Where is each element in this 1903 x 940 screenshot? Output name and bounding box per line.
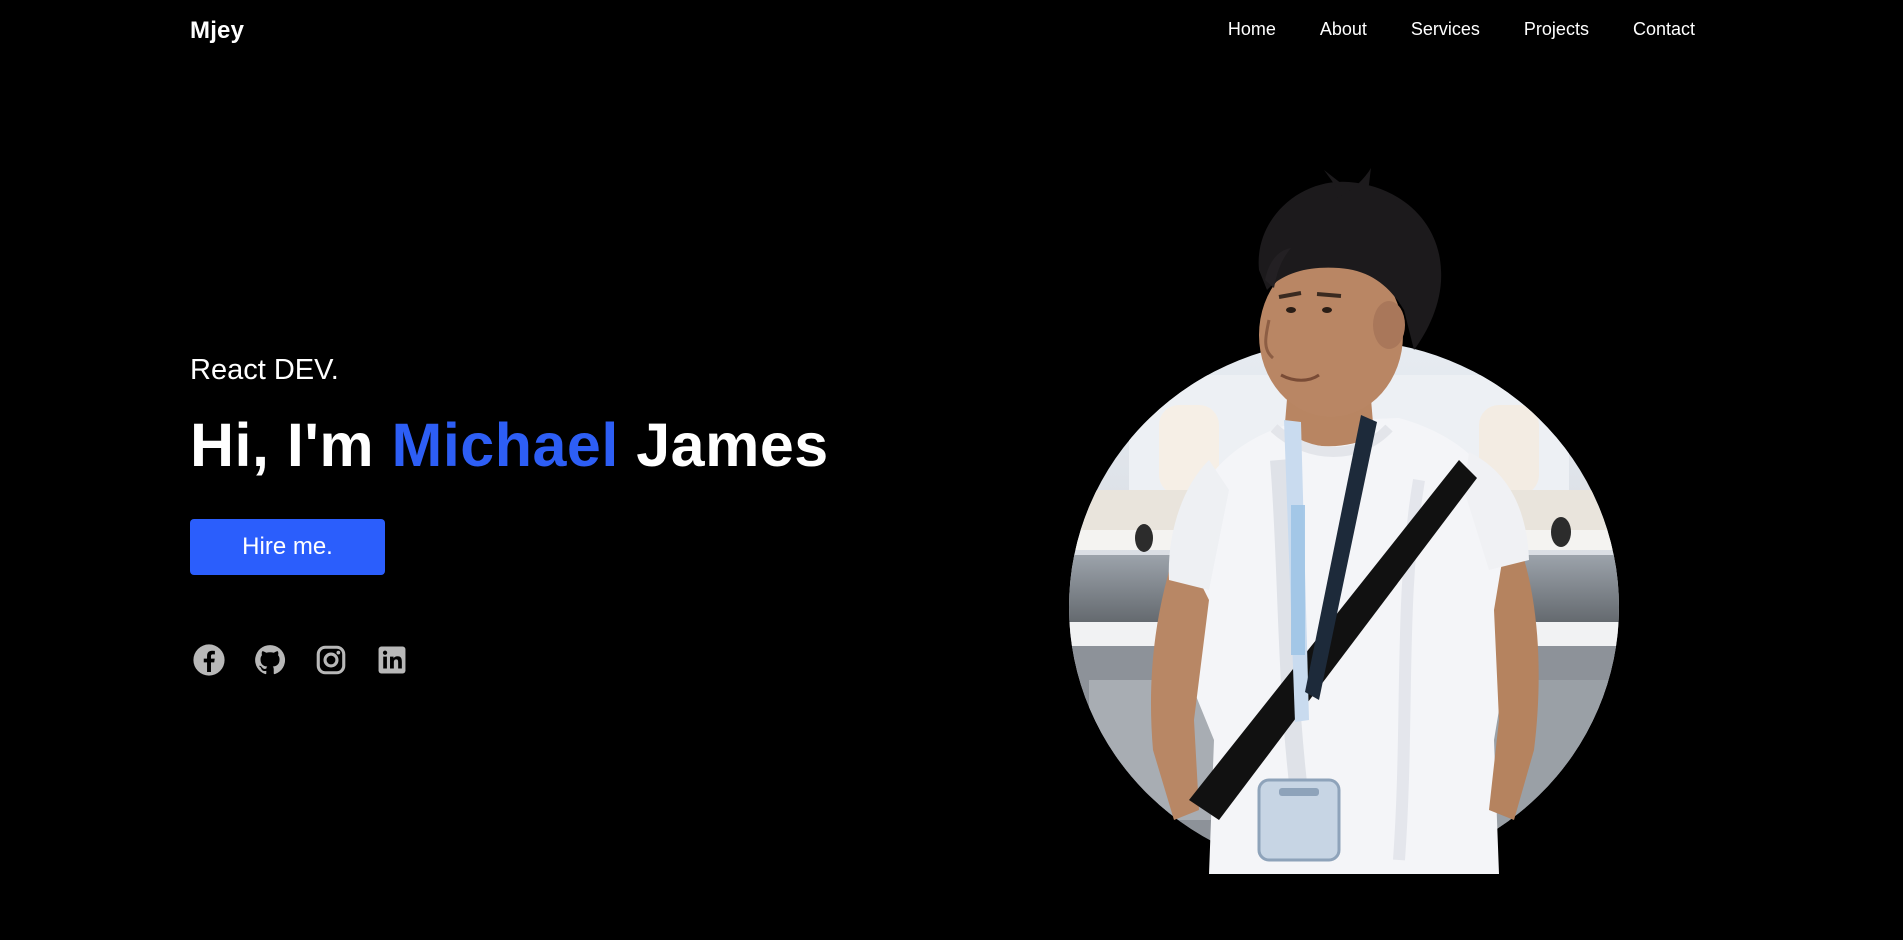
nav-link-services[interactable]: Services xyxy=(1411,19,1480,40)
hero-title: Hi, I'm Michael James xyxy=(190,410,829,480)
github-link[interactable] xyxy=(253,643,287,682)
instagram-icon xyxy=(314,643,348,682)
linkedin-icon xyxy=(375,643,409,682)
hero-subtitle: React DEV. xyxy=(190,354,339,386)
hero-first-name: Michael xyxy=(391,411,619,479)
profile-portrait xyxy=(1069,160,1619,874)
linkedin-link[interactable] xyxy=(375,645,409,679)
nav-link-projects[interactable]: Projects xyxy=(1524,19,1589,40)
hire-me-button[interactable]: Hire me. xyxy=(190,519,385,575)
page: Mjey Home About Services Projects Contac… xyxy=(0,0,1903,940)
portrait-illustration xyxy=(1069,168,1619,874)
brand-logo[interactable]: Mjey xyxy=(190,17,244,45)
nav-link-contact[interactable]: Contact xyxy=(1633,19,1695,40)
hero-last-name: James xyxy=(636,411,829,479)
hero-greeting: Hi, I'm xyxy=(190,411,375,479)
nav-links: Home About Services Projects Contact xyxy=(1228,19,1695,40)
facebook-icon xyxy=(192,643,226,682)
facebook-link[interactable] xyxy=(192,643,226,682)
nav-link-home[interactable]: Home xyxy=(1228,19,1276,40)
social-links xyxy=(192,643,436,682)
navbar: Mjey Home About Services Projects Contac… xyxy=(0,0,1903,62)
instagram-link[interactable] xyxy=(314,645,348,679)
github-icon xyxy=(253,643,287,682)
nav-link-about[interactable]: About xyxy=(1320,19,1367,40)
